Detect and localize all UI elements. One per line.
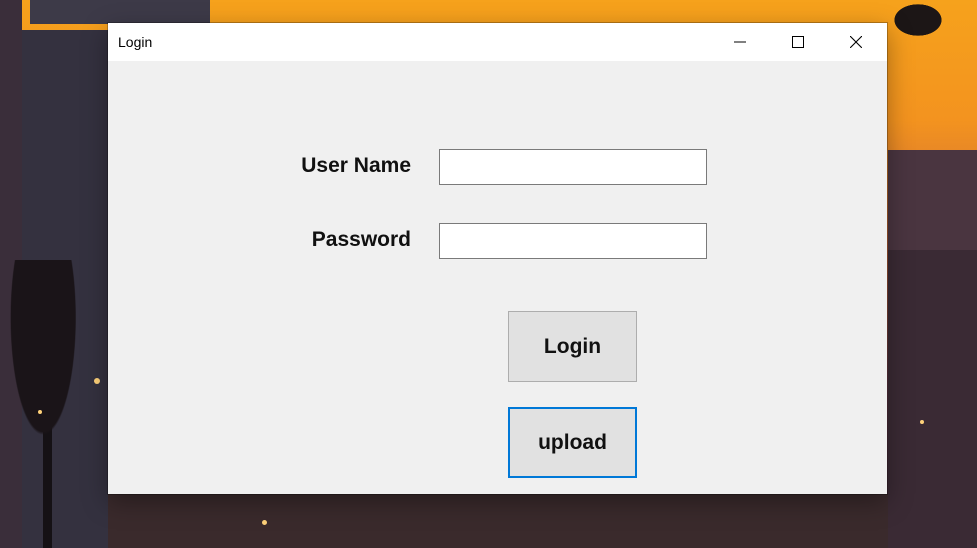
minimize-icon bbox=[734, 41, 746, 43]
city-light bbox=[94, 378, 100, 384]
city-light bbox=[920, 420, 924, 424]
login-form: User Name Password Login upload bbox=[108, 61, 887, 494]
minimize-button[interactable] bbox=[711, 23, 769, 61]
password-label: Password bbox=[311, 228, 411, 251]
username-label: User Name bbox=[301, 154, 411, 177]
palm-tree bbox=[888, 0, 948, 40]
skyline-building bbox=[108, 494, 888, 548]
title-bar[interactable]: Login bbox=[108, 23, 887, 61]
maximize-icon bbox=[792, 36, 804, 48]
city-light bbox=[38, 410, 42, 414]
username-input[interactable] bbox=[439, 149, 707, 185]
maximize-button[interactable] bbox=[769, 23, 827, 61]
skyline-building bbox=[888, 250, 977, 548]
skyline-building bbox=[30, 0, 210, 24]
upload-button[interactable]: upload bbox=[508, 407, 637, 478]
window-title: Login bbox=[118, 34, 153, 50]
login-window: Login User Name Password Login upload bbox=[108, 23, 887, 494]
city-light bbox=[262, 520, 267, 525]
desktop-background: Login User Name Password Login upload bbox=[0, 0, 977, 548]
close-button[interactable] bbox=[827, 23, 885, 61]
login-button[interactable]: Login bbox=[508, 311, 637, 382]
palm-tree bbox=[0, 260, 108, 548]
password-input[interactable] bbox=[439, 223, 707, 259]
close-icon bbox=[850, 36, 862, 48]
